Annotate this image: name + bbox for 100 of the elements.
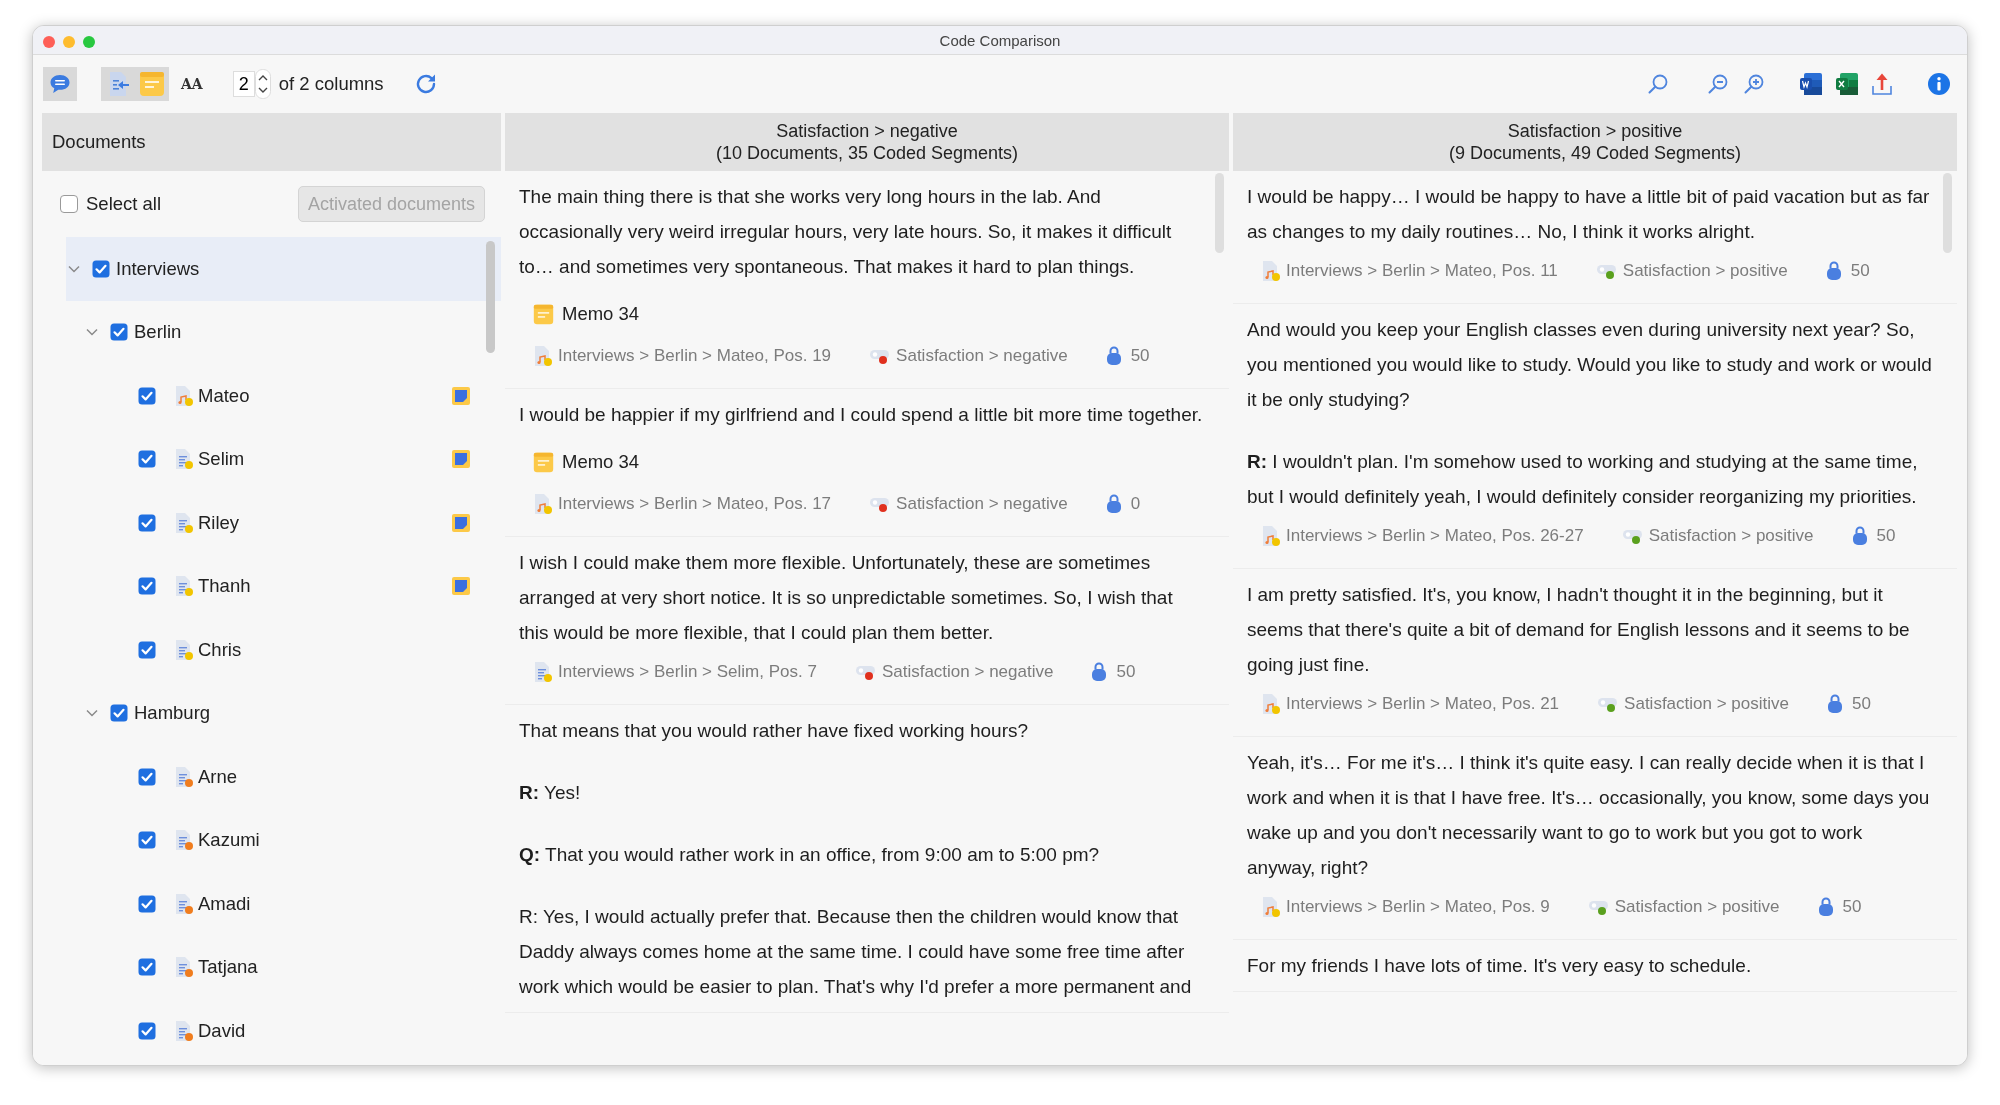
segment-source[interactable]: Interviews > Berlin > Mateo, Pos. 21 bbox=[1286, 694, 1560, 714]
tree-item[interactable]: Interviews bbox=[66, 237, 501, 301]
column-title: Satisfaction > negative bbox=[776, 120, 958, 142]
segment-weight: 50 bbox=[1842, 897, 1862, 917]
audio-document-icon bbox=[174, 384, 194, 407]
segment-source[interactable]: Interviews > Berlin > Mateo, Pos. 17 bbox=[558, 494, 832, 514]
audio-document-icon bbox=[1261, 896, 1281, 918]
segment-text: I would be happier if my girlfriend and I could spend a little bit more time together. bbox=[519, 403, 1204, 427]
scrollbar-thumb[interactable] bbox=[1215, 173, 1224, 253]
segment-code[interactable]: Satisfaction > positive bbox=[1624, 694, 1789, 714]
search-icon[interactable] bbox=[1647, 73, 1669, 95]
text-document-icon bbox=[174, 638, 194, 661]
column-count-label: of 2 columns bbox=[278, 73, 384, 95]
close-button[interactable] bbox=[43, 36, 55, 48]
audio-document-icon bbox=[1261, 525, 1281, 547]
tree-item[interactable]: Mateo bbox=[42, 364, 501, 428]
segment-text: R: I wouldn't plan. I'm somehow used to working and studying at the same time, but I would definitely yeah, I would definitely consider reorganizing my priorities. bbox=[1247, 450, 1919, 509]
text-document-icon bbox=[174, 575, 194, 598]
zoom-in-icon[interactable] bbox=[1743, 73, 1765, 95]
audio-document-icon bbox=[1261, 260, 1281, 282]
segment-source[interactable]: Interviews > Berlin > Mateo, Pos. 11 bbox=[1286, 261, 1558, 281]
segment-weight: 50 bbox=[1130, 346, 1150, 366]
column-count-field[interactable]: 2 bbox=[232, 71, 255, 97]
memo-icon[interactable] bbox=[451, 385, 471, 406]
column-subtitle: (10 Documents, 35 Coded Segments) bbox=[715, 142, 1019, 164]
weight-icon bbox=[1851, 526, 1868, 546]
text-document-icon bbox=[174, 765, 194, 788]
tree-item[interactable]: Riley bbox=[42, 491, 501, 555]
checkbox[interactable] bbox=[138, 450, 156, 469]
scrollbar-thumb[interactable] bbox=[486, 241, 495, 353]
segment-text: R: Yes, I would actually prefer that. Because then the children would know that Daddy always comes home at the same time. I could have some free time after work which would be easier to plan. That's why I'd prefer a more permanent and bbox=[519, 905, 1193, 999]
segment-code[interactable]: Satisfaction > positive bbox=[1622, 261, 1788, 281]
segment-text: I would be happy… I would be happy to have a little bit of paid vacation but as far as changes to my daily routines… No, I think it works alright. bbox=[1247, 185, 1931, 244]
spreadsheet-export-icon[interactable] bbox=[1835, 72, 1859, 96]
weight-icon bbox=[1105, 494, 1122, 514]
window-title: Code Comparison bbox=[939, 31, 1061, 49]
tree-item[interactable]: Arne bbox=[42, 745, 501, 809]
text-document-icon bbox=[533, 661, 553, 683]
select-all-label[interactable]: Select all bbox=[86, 193, 162, 215]
memo-icon[interactable] bbox=[451, 512, 471, 533]
segment-text: The main thing there is that she works very long hours in the lab. And occasionally very weird irregular hours, very late hours. So, it makes it difficult to… and sometimes very spontaneous. That makes it hard to plan things. bbox=[519, 185, 1173, 279]
segment-source[interactable]: Interviews > Berlin > Mateo, Pos. 19 bbox=[558, 346, 832, 366]
segment-source[interactable]: Interviews > Berlin > Mateo, Pos. 9 bbox=[1286, 897, 1550, 917]
info-icon[interactable] bbox=[1927, 72, 1951, 96]
checkbox[interactable] bbox=[138, 640, 156, 659]
memo-icon[interactable] bbox=[451, 576, 471, 597]
tree-item[interactable]: Amadi bbox=[42, 872, 501, 936]
memo-toggle[interactable] bbox=[135, 67, 169, 101]
tree-item[interactable]: David bbox=[42, 999, 501, 1063]
export-icon[interactable] bbox=[1871, 72, 1893, 96]
checkbox[interactable] bbox=[138, 831, 156, 850]
memo-icon bbox=[139, 71, 165, 97]
segment-weight: 50 bbox=[1852, 694, 1871, 714]
scrollbar-thumb[interactable] bbox=[1943, 173, 1952, 253]
text-document-icon bbox=[174, 956, 194, 979]
segment-weight: 50 bbox=[1116, 662, 1136, 682]
font-size-button[interactable]: AA bbox=[179, 76, 205, 92]
tree-item[interactable]: Thanh bbox=[42, 554, 501, 618]
tree-item[interactable]: Chris bbox=[42, 618, 501, 682]
segment-code[interactable]: Satisfaction > negative bbox=[881, 662, 1054, 682]
segment-code[interactable]: Satisfaction > negative bbox=[896, 494, 1068, 514]
tree-item[interactable]: Kazumi bbox=[42, 808, 501, 872]
memo-icon[interactable] bbox=[451, 449, 471, 470]
tree-item[interactable]: Selim bbox=[42, 427, 501, 491]
memo-link[interactable]: Memo 34 bbox=[562, 451, 640, 473]
segment-code[interactable]: Satisfaction > negative bbox=[896, 346, 1068, 366]
checkbox[interactable] bbox=[138, 577, 156, 596]
segment-source[interactable]: Interviews > Berlin > Mateo, Pos. 26-27 bbox=[1286, 526, 1584, 546]
tree-item[interactable]: Hamburg bbox=[42, 681, 501, 745]
text-document-icon bbox=[174, 511, 194, 534]
zoom-out-icon[interactable] bbox=[1707, 73, 1729, 95]
import-toggle[interactable] bbox=[101, 67, 135, 101]
comments-toggle[interactable] bbox=[43, 67, 77, 101]
column-subtitle: (9 Documents, 49 Coded Segments) bbox=[1448, 142, 1742, 164]
tree-item[interactable]: Berlin bbox=[42, 300, 501, 364]
checkbox[interactable] bbox=[138, 513, 156, 532]
weight-icon bbox=[1827, 694, 1843, 714]
checkbox[interactable] bbox=[138, 767, 156, 786]
text-document-icon bbox=[174, 892, 194, 915]
checkbox[interactable] bbox=[138, 894, 156, 913]
checkbox[interactable] bbox=[110, 323, 128, 342]
tree-item[interactable]: Tatjana bbox=[42, 935, 501, 999]
checkbox[interactable] bbox=[138, 958, 156, 977]
document-export-icon[interactable] bbox=[1799, 72, 1823, 96]
weight-icon bbox=[1817, 897, 1834, 917]
checkbox[interactable] bbox=[110, 704, 128, 723]
segment-code[interactable]: Satisfaction > positive bbox=[1614, 897, 1780, 917]
segment-code[interactable]: Satisfaction > positive bbox=[1648, 526, 1814, 546]
checkbox[interactable] bbox=[92, 259, 110, 278]
checkbox[interactable] bbox=[60, 195, 78, 213]
segment-text: That means that you would rather have fixed working hours? bbox=[519, 719, 1030, 743]
column-title: Satisfaction > positive bbox=[1507, 120, 1683, 142]
segment-source[interactable]: Interviews > Berlin > Selim, Pos. 7 bbox=[558, 662, 817, 682]
checkbox[interactable] bbox=[138, 1021, 156, 1040]
segment-weight: 0 bbox=[1130, 494, 1141, 514]
segment-weight: 50 bbox=[1876, 526, 1896, 546]
stepper-control[interactable] bbox=[254, 69, 271, 99]
checkbox[interactable] bbox=[138, 386, 156, 405]
memo-link[interactable]: Memo 34 bbox=[562, 303, 640, 325]
segment-text: Q: That you would rather work in an office, from 9:00 am to 5:00 pm? bbox=[519, 843, 1101, 867]
